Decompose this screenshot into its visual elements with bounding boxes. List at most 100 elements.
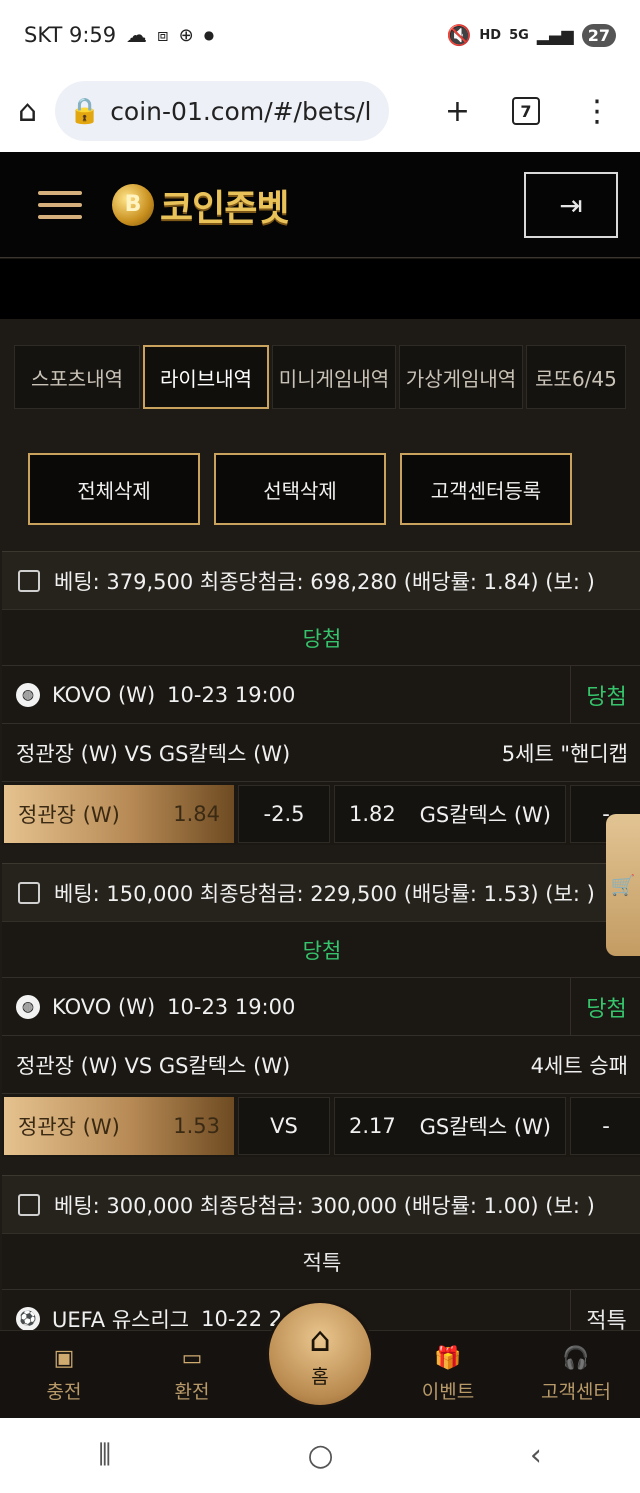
bet-summary: 베팅: 379,500 최종당첨금: 698,280 (배당률: 1.84) (… xyxy=(2,551,640,609)
volleyball-icon: ◍ xyxy=(16,994,40,1019)
away-odds-cell: 2.17 GS칼텍스 (W) xyxy=(334,1096,566,1155)
delete-all-button[interactable]: 전체삭제 xyxy=(28,453,200,525)
card-icon: ▭ xyxy=(181,1346,203,1371)
vs-cell: VS xyxy=(238,1096,330,1155)
game-result: 당첨 xyxy=(570,978,640,1035)
more-menu-icon[interactable]: ⋮ xyxy=(582,94,612,129)
home-team: 정관장 (W) xyxy=(18,802,120,827)
signal-icon: ▂▄▆ xyxy=(536,25,574,45)
league-name: KOVO (W) xyxy=(52,682,156,707)
browser-toolbar: ⌂ 🔒 coin-01.com/#/bets/l + 7 ⋮ xyxy=(0,70,640,152)
home-odds: 1.84 xyxy=(173,801,220,826)
bet-list: 베팅: 379,500 최종당첨금: 698,280 (배당률: 1.84) (… xyxy=(2,551,640,1330)
nav-support[interactable]: 🎧 고객센터 xyxy=(512,1331,640,1419)
bet-summary: 베팅: 150,000 최종당첨금: 229,500 (배당률: 1.53) (… xyxy=(2,863,640,921)
bet-checkbox[interactable] xyxy=(18,1193,40,1216)
home-team: 정관장 (W) xyxy=(18,1114,120,1139)
screenshot-icon: ⧈ xyxy=(157,24,169,46)
action-buttons: 전체삭제 선택삭제 고객센터등록 xyxy=(28,453,572,525)
game-result: 당첨 xyxy=(570,666,640,723)
battery-indicator: 27 xyxy=(581,23,616,47)
nav-event-label: 이벤트 xyxy=(421,1381,475,1403)
handicap-cell: -2.5 xyxy=(238,784,330,843)
carrier-time: SKT 9:59 xyxy=(24,23,117,47)
game-result: 적특 xyxy=(570,1290,640,1330)
tab-virtual-history[interactable]: 가상게임내역 xyxy=(399,345,523,409)
history-tabs: 스포츠내역 라이브내역 미니게임내역 가상게임내역 로또6/45 xyxy=(14,345,626,409)
dot-icon: ● xyxy=(203,28,215,42)
tab-switcher-button[interactable]: 7 xyxy=(512,97,540,125)
house-icon: ⌂ xyxy=(309,1319,331,1360)
status-bar: SKT 9:59 ☁ ⧈ ⊕ ● 🔇 HD 5G ▂▄▆ 27 xyxy=(0,0,640,70)
away-odds: 1.82 xyxy=(349,801,396,826)
away-team: GS칼텍스 (W) xyxy=(419,802,551,827)
hd-voice-icon: HD xyxy=(479,27,502,43)
home-odds: 1.53 xyxy=(173,1113,220,1138)
lock-icon: 🔒 xyxy=(69,96,101,125)
register-support-button[interactable]: 고객센터등록 xyxy=(400,453,572,525)
league-name: UEFA 유스리그 xyxy=(52,1307,190,1331)
game-info-row: ◍ KOVO (W) 10-23 19:00 당첨 xyxy=(2,977,640,1035)
nav-home-label: 홈 xyxy=(311,1365,329,1388)
wallet-icon: ▣ xyxy=(53,1346,75,1371)
match-row: 정관장 (W) VS GS칼텍스 (W) 4세트 승패 xyxy=(2,1035,640,1093)
away-team: GS칼텍스 (W) xyxy=(419,1114,551,1139)
logout-icon: ⇥ xyxy=(559,188,583,222)
new-tab-button[interactable]: + xyxy=(445,94,470,129)
sub-header-bar xyxy=(0,259,640,319)
market-name: 5세트 "핸디캡 xyxy=(501,741,628,766)
bet-summary-text: 베팅: 379,500 최종당첨금: 698,280 (배당률: 1.84) (… xyxy=(54,569,595,594)
home-odds-cell: 정관장 (W) 1.53 xyxy=(4,1096,234,1155)
match-teams: 정관장 (W) VS GS칼텍스 (W) xyxy=(16,741,291,766)
back-icon[interactable]: ‹ xyxy=(530,1438,542,1473)
volleyball-icon: ◍ xyxy=(16,682,40,707)
system-navigation-bar: ⦀ ○ ‹ xyxy=(0,1418,640,1493)
nav-charge-label: 충전 xyxy=(46,1381,82,1403)
game-info-row: ◍ KOVO (W) 10-23 19:00 당첨 xyxy=(2,665,640,723)
tab-lotto-history[interactable]: 로또6/45 xyxy=(526,345,626,409)
logo-text: 코인존벳 xyxy=(160,187,289,229)
url-text: coin-01.com/#/bets/l xyxy=(110,96,372,126)
recents-icon[interactable]: ⦀ xyxy=(98,1438,111,1473)
soccer-ball-icon: ⚽ xyxy=(16,1306,40,1330)
league-name: KOVO (W) xyxy=(52,994,156,1019)
extra-cell: - xyxy=(570,1096,640,1155)
bet-history-content: 스포츠내역 라이브내역 미니게임내역 가상게임내역 로또6/45 전체삭제 선택… xyxy=(0,319,640,1330)
tab-live-history[interactable]: 라이브내역 xyxy=(143,345,269,409)
logout-button[interactable]: ⇥ xyxy=(524,172,618,238)
game-datetime: 10-23 19:00 xyxy=(167,994,296,1019)
home-odds-cell: 정관장 (W) 1.84 xyxy=(4,784,234,843)
home-circle-icon[interactable]: ○ xyxy=(308,1438,334,1473)
nav-home-button[interactable]: ⌂ 홈 xyxy=(266,1300,374,1408)
bet-summary: 베팅: 300,000 최종당첨금: 300,000 (배당률: 1.00) (… xyxy=(2,1175,640,1233)
hamburger-menu-icon[interactable] xyxy=(38,190,82,219)
bet-summary-text: 베팅: 150,000 최종당첨금: 229,500 (배당률: 1.53) (… xyxy=(54,881,595,906)
bet-checkbox[interactable] xyxy=(18,881,40,904)
bet-status: 당첨 xyxy=(2,921,640,977)
bet-checkbox[interactable] xyxy=(18,569,40,592)
match-row: 정관장 (W) VS GS칼텍스 (W) 5세트 "핸디캡 xyxy=(2,723,640,781)
nav-event[interactable]: 🎁 이벤트 xyxy=(384,1331,512,1419)
market-name: 4세트 승패 xyxy=(530,1053,628,1078)
game-datetime: 10-22 2 xyxy=(201,1306,283,1331)
bet-slip-cart-button[interactable]: 🛒 xyxy=(606,814,640,956)
bet-summary-text: 베팅: 300,000 최종당첨금: 300,000 (배당률: 1.00) (… xyxy=(54,1193,595,1218)
address-bar[interactable]: 🔒 coin-01.com/#/bets/l xyxy=(55,81,390,141)
gift-icon: 🎁 xyxy=(434,1346,462,1371)
away-odds-cell: 1.82 GS칼텍스 (W) xyxy=(334,784,566,843)
away-odds: 2.17 xyxy=(349,1113,396,1138)
cloud-icon: ☁ xyxy=(126,23,148,47)
delete-selected-button[interactable]: 선택삭제 xyxy=(214,453,386,525)
nav-charge[interactable]: ▣ 충전 xyxy=(0,1331,128,1419)
site-header: B 코인존벳 ⇥ xyxy=(0,152,640,258)
tab-minigame-history[interactable]: 미니게임내역 xyxy=(272,345,396,409)
home-icon[interactable]: ⌂ xyxy=(18,94,37,129)
site-logo[interactable]: B 코인존벳 xyxy=(112,179,289,231)
odds-row: 정관장 (W) 1.84 -2.5 1.82 GS칼텍스 (W) - xyxy=(2,781,640,845)
odds-row: 정관장 (W) 1.53 VS 2.17 GS칼텍스 (W) - xyxy=(2,1093,640,1157)
headset-icon: 🎧 xyxy=(562,1346,590,1371)
tab-sports-history[interactable]: 스포츠내역 xyxy=(14,345,140,409)
nav-exchange-label: 환전 xyxy=(174,1381,210,1403)
mute-icon: 🔇 xyxy=(446,23,472,47)
nav-exchange[interactable]: ▭ 환전 xyxy=(128,1331,256,1419)
